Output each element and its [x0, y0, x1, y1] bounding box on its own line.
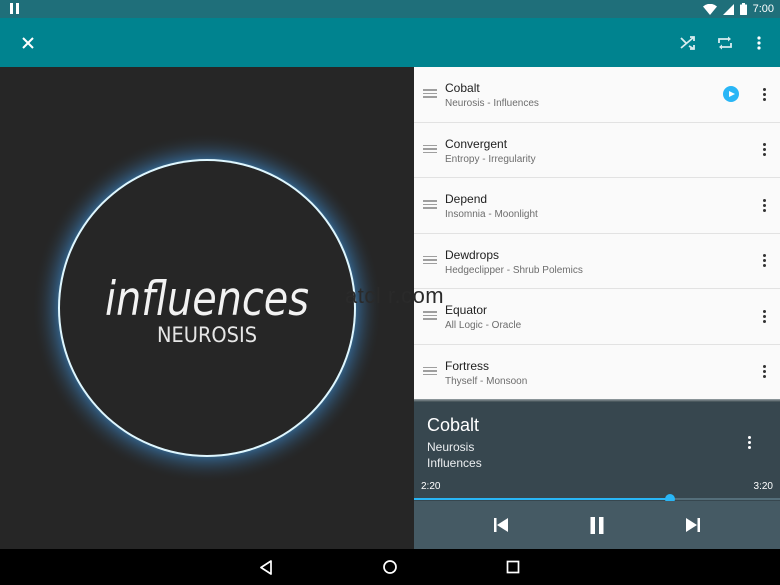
drag-handle-icon[interactable]	[423, 89, 437, 99]
queue-item-title: Fortress	[445, 358, 490, 373]
recents-icon[interactable]	[503, 557, 523, 577]
status-time: 7:00	[752, 3, 774, 15]
now-playing-indicator-icon	[723, 86, 739, 102]
pause-icon[interactable]	[585, 513, 609, 537]
home-icon[interactable]	[380, 557, 400, 577]
queue-item-title: Cobalt	[445, 81, 480, 95]
drag-handle-icon[interactable]	[423, 255, 437, 266]
more-vert-icon[interactable]	[758, 85, 770, 103]
queue-item-title: Convergent	[445, 136, 508, 151]
queue-item[interactable]: Convergent Entropy - Irregularity	[414, 123, 780, 178]
playback-controls	[414, 501, 780, 549]
more-vert-icon[interactable]	[758, 307, 770, 325]
queue-item[interactable]: Fortress Thyself - Monsoon	[414, 345, 780, 400]
queue-item-title: Dewdrops	[445, 247, 500, 262]
close-icon[interactable]	[15, 30, 41, 56]
drag-handle-icon[interactable]	[423, 200, 437, 210]
now-playing-album: Influences	[427, 456, 482, 470]
queue-item-subtitle: Thyself - Monsoon	[445, 375, 528, 387]
more-vert-icon[interactable]	[758, 363, 770, 381]
skip-next-icon[interactable]	[681, 513, 705, 537]
more-vert-icon[interactable]	[758, 252, 770, 270]
duration: 3:20	[753, 481, 773, 492]
skip-previous-icon[interactable]	[489, 513, 513, 537]
queue-item-title: Depend	[445, 192, 488, 206]
album-title: influences	[105, 272, 309, 327]
now-playing-panel: Cobalt Neurosis Influences 2:20 3:20	[414, 402, 780, 549]
queue-item-subtitle: Insomnia - Moonlight	[445, 209, 538, 220]
now-playing-title: Cobalt	[427, 415, 480, 435]
back-icon[interactable]	[256, 557, 276, 577]
current-time: 2:20	[421, 481, 441, 492]
seek-bar-progress	[414, 498, 671, 500]
queue-item-subtitle: All Logic - Oracle	[445, 320, 522, 331]
seek-bar[interactable]	[414, 494, 780, 504]
queue-item-subtitle: Hedgeclipper - Shrub Polemics	[445, 264, 583, 276]
now-playing-more-icon[interactable]	[743, 434, 755, 450]
queue-item[interactable]: Cobalt Neurosis - Influences	[414, 67, 780, 123]
more-vert-icon[interactable]	[746, 30, 772, 56]
queue-list: Cobalt Neurosis - Influences Convergent Ent…	[414, 67, 780, 401]
pause-icon	[9, 3, 20, 14]
battery-icon	[739, 3, 747, 15]
queue-item[interactable]: Dewdrops Hedgeclipper - Shrub Polemics	[414, 234, 780, 289]
album-artist: NEUROSIS	[157, 323, 257, 347]
toolbar	[0, 18, 780, 67]
queue-item-title: Equator	[445, 303, 488, 317]
queue-item[interactable]: Equator All Logic - Oracle	[414, 289, 780, 345]
queue-item-subtitle: Entropy - Irregularity	[445, 153, 536, 165]
drag-handle-icon[interactable]	[423, 311, 437, 321]
now-playing-artist: Neurosis	[427, 440, 475, 454]
status-bar: 7:00	[0, 0, 780, 18]
more-vert-icon[interactable]	[758, 141, 770, 159]
shuffle-icon[interactable]	[675, 30, 701, 56]
more-vert-icon[interactable]	[758, 196, 770, 214]
repeat-icon[interactable]	[712, 30, 738, 56]
signal-icon	[722, 3, 734, 15]
queue-item-subtitle: Neurosis - Influences	[445, 98, 539, 109]
drag-handle-icon[interactable]	[423, 366, 437, 377]
wifi-icon	[702, 3, 717, 15]
queue-item[interactable]: Depend Insomnia - Moonlight	[414, 178, 780, 234]
drag-handle-icon[interactable]	[423, 144, 437, 155]
watermark-text: atcl r.com	[345, 283, 445, 308]
navigation-bar	[0, 549, 780, 585]
